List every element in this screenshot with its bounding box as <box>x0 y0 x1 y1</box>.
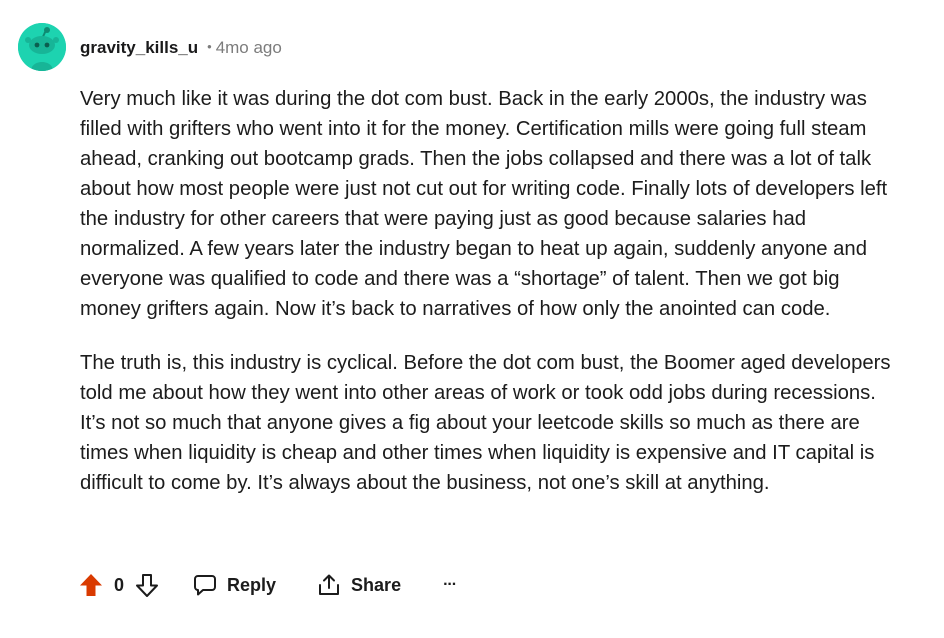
downvote-arrow-icon <box>136 574 159 597</box>
comment-actions: 0 Reply Share ··· <box>78 568 457 602</box>
comment-body: Very much like it was during the dot com… <box>80 84 900 498</box>
downvote-button[interactable] <box>134 572 160 598</box>
comment: gravity_kills_u • 4mo ago Very much like i… <box>0 0 944 638</box>
more-options-button[interactable]: ··· <box>443 576 457 594</box>
author-username[interactable]: gravity_kills_u <box>80 38 198 57</box>
share-label: Share <box>351 574 402 595</box>
vote-count: 0 <box>114 574 125 595</box>
share-button[interactable]: Share <box>316 572 401 598</box>
comment-paragraph-2: The truth is, this industry is cyclical.… <box>80 352 891 494</box>
ellipsis-icon: ··· <box>443 576 457 593</box>
reply-button[interactable]: Reply <box>192 572 276 598</box>
comment-meta: gravity_kills_u • 4mo ago <box>80 37 282 60</box>
upvote-arrow-icon <box>80 574 102 596</box>
upvote-button[interactable] <box>78 572 104 598</box>
user-avatar[interactable] <box>18 23 66 71</box>
chat-bubble-icon <box>194 575 217 596</box>
reply-label: Reply <box>227 574 277 595</box>
share-icon <box>319 574 340 595</box>
comment-paragraph-1: Very much like it was during the dot com… <box>80 88 888 320</box>
snoo-avatar-icon <box>18 23 66 71</box>
meta-separator: • <box>207 39 212 54</box>
comment-timestamp[interactable]: 4mo ago <box>216 38 282 57</box>
